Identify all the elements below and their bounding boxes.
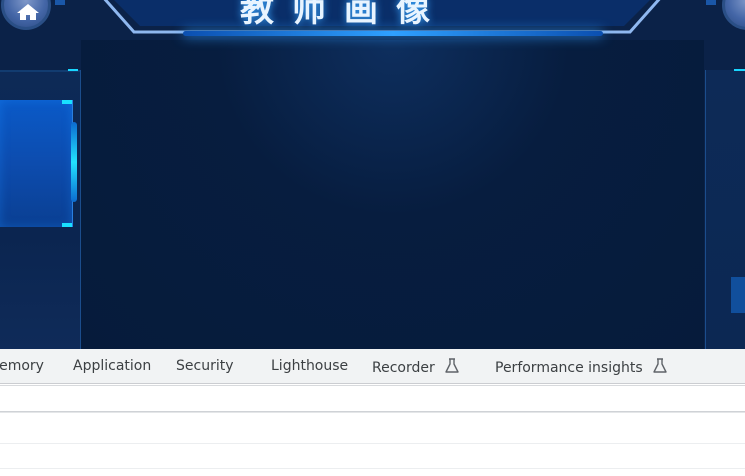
devtools-toolbar[interactable] xyxy=(0,386,745,412)
flask-icon xyxy=(653,358,667,373)
left-panel xyxy=(0,69,81,349)
left-card-corner-bottom xyxy=(62,223,72,227)
tab-performance-insights[interactable]: Performance insights xyxy=(495,358,667,376)
page-title: 教师画像 xyxy=(240,0,448,30)
devtools-list-row[interactable] xyxy=(0,412,745,444)
dashboard-stage: 教师画像 xyxy=(0,0,745,349)
center-panel xyxy=(81,40,704,349)
tab-recorder[interactable]: Recorder xyxy=(372,358,459,376)
left-card-corner-top xyxy=(62,100,72,104)
home-button[interactable] xyxy=(1,0,51,30)
left-panel-accent-tick xyxy=(68,69,78,71)
flask-icon xyxy=(445,358,459,373)
devtools-tabbar: Memory Application Security Lighthouse R… xyxy=(0,349,745,384)
devtools-list-row[interactable] xyxy=(0,443,745,469)
home-icon xyxy=(17,4,39,20)
user-avatar[interactable] xyxy=(722,0,745,30)
header-bar: 教师画像 xyxy=(0,0,745,40)
devtools-panel: Memory Application Security Lighthouse R… xyxy=(0,349,745,476)
tab-application[interactable]: Application xyxy=(73,358,151,374)
tab-lighthouse[interactable]: Lighthouse xyxy=(271,358,348,374)
right-panel xyxy=(705,69,745,349)
left-card-glow-edge xyxy=(71,122,77,202)
header-left-mark xyxy=(55,0,65,5)
tab-recorder-label: Recorder xyxy=(372,360,435,376)
left-card[interactable] xyxy=(0,100,77,227)
right-panel-block xyxy=(731,277,745,313)
right-panel-accent-tick xyxy=(734,69,745,71)
header-right-mark xyxy=(706,0,716,5)
tab-security[interactable]: Security xyxy=(176,358,234,374)
tab-memory[interactable]: Memory xyxy=(0,358,44,374)
title-glow-bar xyxy=(183,31,603,36)
tab-performance-insights-label: Performance insights xyxy=(495,360,643,376)
